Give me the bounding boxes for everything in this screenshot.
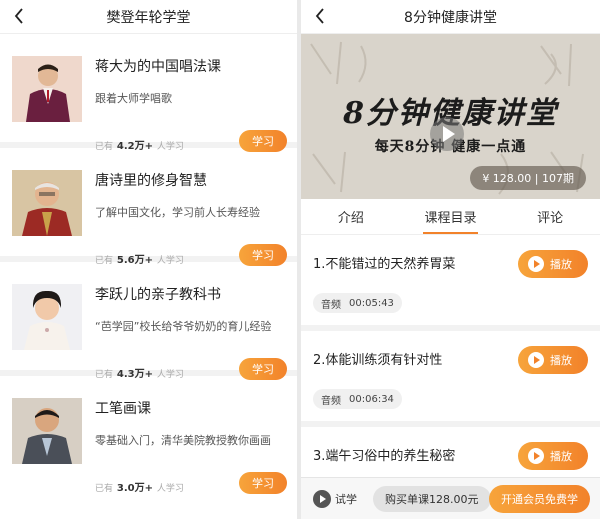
course-description: 跟着大师学唱歌 bbox=[95, 92, 172, 105]
price-tag: ¥ 128.00 | 107期 bbox=[470, 166, 586, 190]
play-icon bbox=[313, 489, 331, 508]
chevron-left-icon bbox=[315, 8, 324, 24]
lesson-title: 3.端午习俗中的养生秘密 bbox=[313, 449, 456, 464]
tab-intro[interactable]: 介绍 bbox=[301, 199, 401, 234]
lesson-title: 1.不能错过的天然养胃菜 bbox=[313, 257, 456, 272]
member-button[interactable]: 开通会员免费学 bbox=[489, 485, 590, 513]
trial-label: 试学 bbox=[335, 492, 357, 506]
chevron-left-icon bbox=[14, 8, 23, 24]
play-label: 播放 bbox=[550, 450, 572, 463]
navbar: 樊登年轮学堂 bbox=[0, 0, 297, 34]
course-item[interactable]: 李跃儿的亲子教科书 “芭学园”校长给爷爷奶奶的育儿经验 已有 4.3万+ 人学习… bbox=[0, 262, 297, 380]
play-button[interactable]: 播放 bbox=[518, 442, 588, 470]
course-detail-screen: 8分钟健康讲堂 8分钟健康讲堂 每天8分钟 健康一点通 ¥ 128.00 | 1… bbox=[301, 0, 600, 519]
course-title: 蒋大为的中国唱法课 bbox=[95, 59, 221, 75]
course-title: 唐诗里的修身智慧 bbox=[95, 173, 207, 189]
play-video-button[interactable] bbox=[430, 117, 464, 151]
lesson-item[interactable]: 1.不能错过的天然养胃菜 播放 音频 00:05:43 bbox=[301, 235, 600, 331]
lesson-title: 2.体能训练须有针对性 bbox=[313, 353, 443, 368]
media-type: 音频 bbox=[321, 299, 341, 311]
play-icon bbox=[528, 448, 544, 464]
duration-value: 00:06:34 bbox=[349, 393, 394, 405]
back-button[interactable] bbox=[309, 4, 331, 28]
tab-bar: 介绍 课程目录 评论 bbox=[301, 199, 600, 235]
course-description: 零基础入门，清华美院教授教你画画 bbox=[95, 434, 271, 447]
play-icon bbox=[528, 256, 544, 272]
duration-badge: 音频 00:05:43 bbox=[313, 293, 402, 313]
media-type: 音频 bbox=[321, 395, 341, 407]
course-title: 工笔画课 bbox=[95, 401, 151, 417]
page-title: 8分钟健康讲堂 bbox=[404, 9, 497, 26]
course-thumbnail bbox=[12, 398, 82, 464]
tab-comments[interactable]: 评论 bbox=[500, 199, 600, 234]
course-list-screen: 樊登年轮学堂 蒋大为的中国唱法课 跟着大师学唱歌 已有 4.2万+ 人学习 学习… bbox=[0, 0, 297, 519]
course-item[interactable]: 蒋大为的中国唱法课 跟着大师学唱歌 已有 4.2万+ 人学习 学习 bbox=[0, 34, 297, 152]
course-thumbnail bbox=[12, 170, 82, 236]
course-banner[interactable]: 8分钟健康讲堂 每天8分钟 健康一点通 ¥ 128.00 | 107期 bbox=[301, 34, 600, 199]
course-description: “芭学园”校长给爷爷奶奶的育儿经验 bbox=[95, 320, 272, 333]
page-title: 樊登年轮学堂 bbox=[106, 9, 191, 26]
learner-count: 已有 3.0万+ 人学习 bbox=[95, 479, 184, 494]
play-label: 播放 bbox=[550, 258, 572, 271]
navbar: 8分钟健康讲堂 bbox=[301, 0, 600, 34]
count-value: 3.0万+ bbox=[116, 483, 153, 494]
course-description: 了解中国文化，学习前人长寿经验 bbox=[95, 206, 260, 219]
play-button[interactable]: 播放 bbox=[518, 346, 588, 374]
bottom-action-bar: 试学 购买单课128.00元 开通会员免费学 bbox=[301, 477, 600, 519]
play-icon bbox=[442, 126, 455, 142]
play-button[interactable]: 播放 bbox=[518, 250, 588, 278]
duration-badge: 音频 00:06:34 bbox=[313, 389, 402, 409]
tab-catalog[interactable]: 课程目录 bbox=[401, 199, 501, 234]
learn-button[interactable]: 学习 bbox=[239, 472, 287, 494]
trial-button[interactable]: 试学 bbox=[313, 489, 357, 508]
meta-prefix: 已有 bbox=[95, 484, 114, 494]
buy-single-button[interactable]: 购买单课128.00元 bbox=[373, 485, 491, 512]
course-thumbnail bbox=[12, 284, 82, 350]
course-item[interactable]: 工笔画课 零基础入门，清华美院教授教你画画 已有 3.0万+ 人学习 学习 bbox=[0, 376, 297, 494]
back-button[interactable] bbox=[8, 4, 30, 28]
course-item[interactable]: 唐诗里的修身智慧 了解中国文化，学习前人长寿经验 已有 5.6万+ 人学习 学习 bbox=[0, 148, 297, 266]
course-thumbnail bbox=[12, 56, 82, 122]
meta-suffix: 人学习 bbox=[156, 484, 184, 494]
duration-value: 00:05:43 bbox=[349, 297, 394, 309]
course-title: 李跃儿的亲子教科书 bbox=[95, 287, 221, 303]
lesson-item[interactable]: 2.体能训练须有针对性 播放 音频 00:06:34 bbox=[301, 331, 600, 427]
play-icon bbox=[528, 352, 544, 368]
play-label: 播放 bbox=[550, 354, 572, 367]
